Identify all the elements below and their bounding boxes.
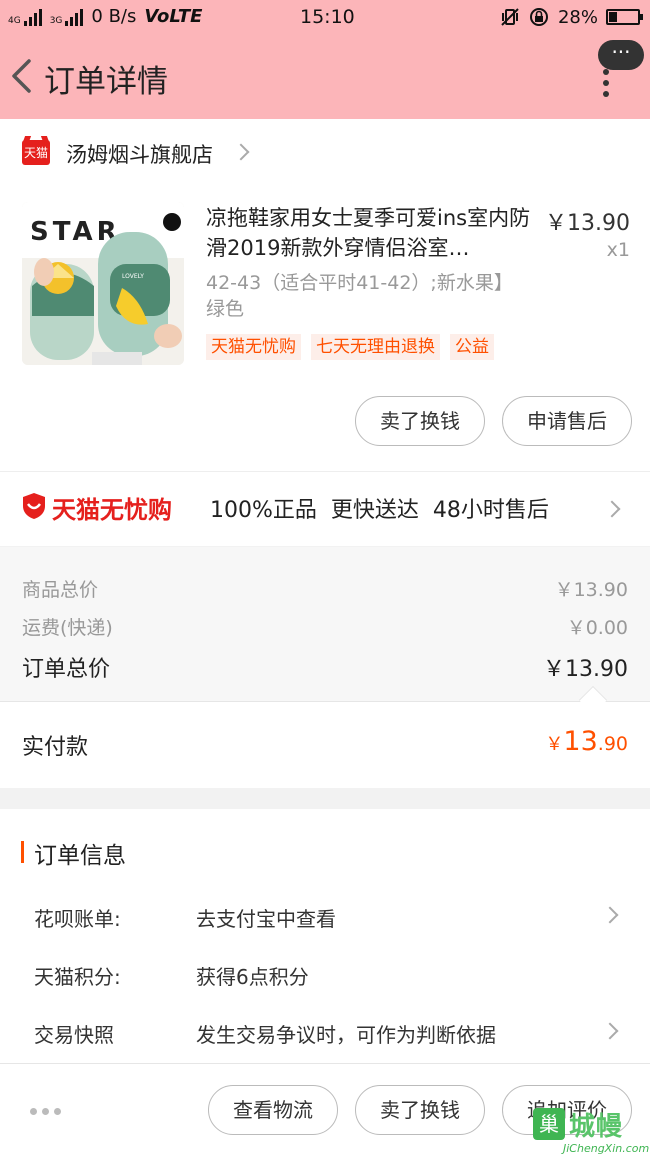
info-value: 获得6点积分	[196, 965, 309, 989]
watermark-icon: 巢	[533, 1108, 565, 1140]
status-bar: 4G 3G 0 B/s VoLTE 15:10 28%	[0, 0, 650, 34]
tmall-shield-icon	[23, 493, 45, 519]
rotation-lock-icon	[529, 8, 548, 26]
section-accent-bar	[21, 841, 24, 863]
volte-label: VoLTE	[144, 6, 203, 27]
paid-amount: ￥13.90	[545, 726, 628, 757]
paid-label: 实付款	[22, 735, 89, 760]
product-tags: 天猫无忧购 七天无理由退换 公益	[206, 334, 494, 360]
more-vertical-icon[interactable]	[603, 69, 609, 102]
slipper-image: STAR LOVELY	[22, 202, 184, 365]
product-quantity: x1	[606, 239, 630, 261]
more-bubble[interactable]: ···	[598, 40, 644, 70]
sell-button-bottom[interactable]: 卖了换钱	[355, 1085, 485, 1135]
worry-free-banner[interactable]: 天猫无忧购 100%正品 更快送达 48小时售后	[0, 471, 650, 546]
worry-free-features: 100%正品 更快送达 48小时售后	[210, 498, 549, 523]
back-arrow-icon[interactable]	[8, 58, 34, 94]
signal-icon	[23, 8, 42, 26]
tag-seven-day-return: 七天无理由退换	[311, 334, 440, 360]
paid-amount-row: 实付款 ￥13.90	[0, 701, 650, 788]
after-sale-button[interactable]: 申请售后	[502, 396, 632, 446]
header: 4G 3G 0 B/s VoLTE 15:10 28% 订单详情 ···	[0, 0, 650, 119]
network-type-label: 3G	[49, 15, 63, 26]
tag-charity: 公益	[450, 334, 494, 360]
chevron-right-icon	[603, 500, 621, 518]
order-total-value: ￥13.90	[543, 657, 628, 682]
info-value[interactable]: 发生交易争议时，可作为判断依据	[196, 1019, 496, 1048]
info-key: 天猫积分:	[34, 965, 121, 989]
info-key: 花呗账单:	[34, 907, 121, 931]
net-speed: 0 B/s	[91, 6, 137, 27]
more-horizontal-icon[interactable]	[30, 1108, 61, 1115]
paid-integer: 13	[563, 726, 598, 757]
page-title: 订单详情	[44, 64, 168, 100]
shipping-label: 运费(快递)	[22, 617, 113, 639]
battery-icon	[606, 9, 643, 25]
sell-button[interactable]: 卖了换钱	[355, 396, 485, 446]
chevron-right-icon	[601, 906, 619, 924]
product-price: ￥13.90	[545, 211, 630, 236]
status-time: 15:10	[300, 6, 355, 28]
order-item-card: 天猫 汤姆烟斗旗舰店 STAR LOVELY 凉拖鞋家用女士夏季可爱ins室内防…	[0, 119, 650, 546]
view-logistics-button[interactable]: 查看物流	[208, 1085, 338, 1135]
info-value[interactable]: 去支付宝中查看	[196, 903, 336, 932]
paid-decimal: .90	[597, 733, 628, 755]
battery-percent: 28%	[557, 6, 598, 28]
chevron-right-icon	[232, 143, 250, 161]
more-menu-button[interactable]: ···	[598, 40, 644, 97]
signal-3g: 3G	[50, 8, 84, 26]
image-brand-text: LOVELY	[122, 273, 144, 280]
tmall-points-row: 天猫积分: 获得6点积分	[0, 961, 650, 1001]
order-info-title: 订单信息	[34, 843, 126, 869]
watermark-en: JiChengXin.com	[563, 1142, 650, 1155]
trade-snapshot-row[interactable]: 交易快照 发生交易争议时，可作为判断依据	[0, 1019, 650, 1059]
product-spec: 42-43（适合平时41-42）;新水果】绿色	[206, 272, 504, 320]
order-total-label: 订单总价	[22, 657, 111, 682]
currency-symbol: ￥	[545, 734, 564, 755]
product-image[interactable]: STAR LOVELY	[22, 202, 184, 365]
goods-total-value: ￥13.90	[554, 579, 628, 601]
tag-worry-free: 天猫无忧购	[206, 334, 301, 360]
signal-icon	[65, 8, 84, 26]
worry-free-brand: 天猫无忧购	[52, 496, 172, 524]
huabei-bill-row[interactable]: 花呗账单: 去支付宝中查看	[0, 903, 650, 943]
watermark-cn: 城幔	[569, 1112, 624, 1142]
info-key: 交易快照	[34, 1023, 114, 1047]
nav-bar: 订单详情 ···	[0, 40, 650, 112]
goods-total-label: 商品总价	[22, 579, 99, 601]
signal-4g: 4G	[8, 8, 42, 26]
price-summary: 商品总价 ￥13.90 运费(快递) ￥0.00 订单总价 ￥13.90	[0, 547, 650, 701]
product-title[interactable]: 凉拖鞋家用女士夏季可爱ins室内防滑2019新款外穿情侣浴室…	[206, 203, 532, 263]
shop-name[interactable]: 汤姆烟斗旗舰店	[66, 139, 213, 169]
shop-row[interactable]: 天猫 汤姆烟斗旗舰店	[0, 119, 650, 185]
network-type-label: 4G	[8, 15, 21, 26]
tmall-logo-icon: 天猫	[22, 140, 50, 165]
shipping-value: ￥0.00	[566, 617, 628, 639]
watermark-logo: 巢 城幔 JiChengXin.com	[533, 1106, 650, 1155]
chevron-right-icon	[601, 1022, 619, 1040]
vibrate-icon	[501, 8, 519, 26]
order-info-section: 订单信息 花呗账单: 去支付宝中查看 天猫积分: 获得6点积分 交易快照 发生交…	[0, 809, 650, 1063]
